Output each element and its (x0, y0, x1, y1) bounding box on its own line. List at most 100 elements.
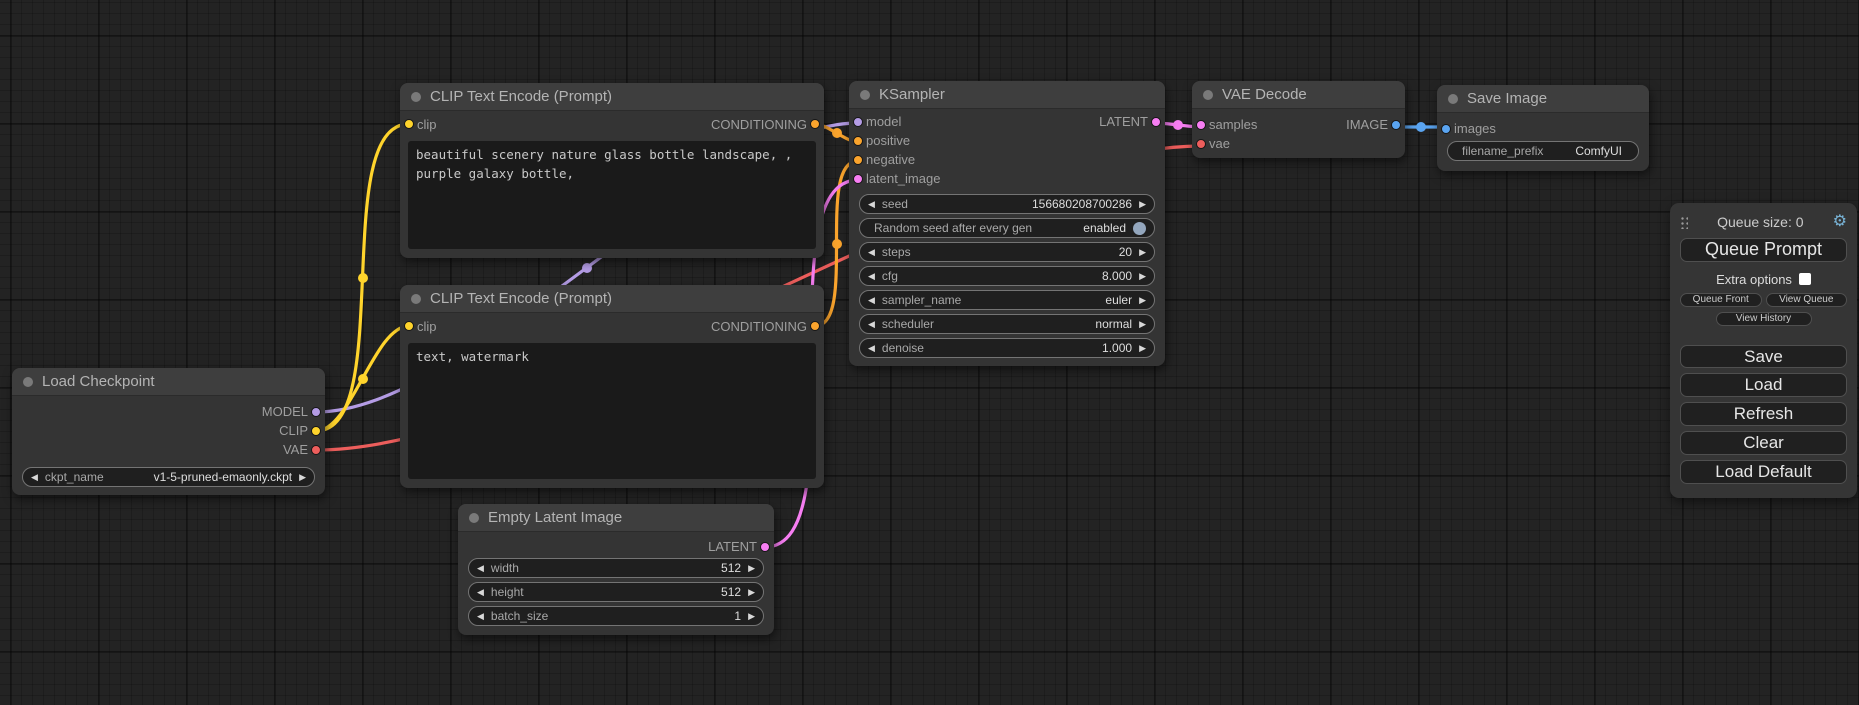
node-title-bar[interactable]: Load Checkpoint (12, 368, 325, 396)
output-port-image[interactable] (1391, 120, 1401, 130)
load-button[interactable]: Load (1680, 373, 1847, 397)
queue-front-button[interactable]: Queue Front (1680, 293, 1762, 307)
toggle-dot[interactable] (1133, 222, 1146, 235)
collapse-dot[interactable] (23, 377, 33, 387)
increment-arrow-icon[interactable]: ▶ (1139, 200, 1146, 209)
decrement-arrow-icon[interactable]: ◀ (477, 612, 484, 621)
steps-widget[interactable]: ◀ steps 20 ▶ (859, 242, 1155, 262)
negative-prompt-textarea[interactable]: text, watermark (408, 343, 816, 479)
increment-arrow-icon[interactable]: ▶ (1139, 248, 1146, 257)
output-label: CONDITIONING (711, 117, 807, 132)
node-load-checkpoint[interactable]: Load Checkpoint MODEL CLIP VAE ◀ ckpt_na… (12, 368, 325, 495)
widget-value: euler (1105, 293, 1132, 307)
extra-options-checkbox[interactable] (1799, 273, 1811, 285)
node-title: Empty Latent Image (488, 509, 622, 526)
filename-prefix-widget[interactable]: filename_prefix ComfyUI (1447, 141, 1639, 161)
node-title-bar[interactable]: KSampler (849, 81, 1165, 109)
increment-arrow-icon[interactable]: ▶ (1139, 320, 1146, 329)
seed-widget[interactable]: ◀ seed 156680208700286 ▶ (859, 194, 1155, 214)
widget-value: 512 (721, 585, 741, 599)
output-port-latent[interactable] (1151, 117, 1161, 127)
refresh-button[interactable]: Refresh (1680, 402, 1847, 426)
output-label: CONDITIONING (711, 319, 807, 334)
decrement-arrow-icon[interactable]: ◀ (868, 200, 875, 209)
node-title-bar[interactable]: Empty Latent Image (458, 504, 774, 532)
widget-label: ckpt_name (45, 470, 104, 484)
output-port-vae[interactable] (311, 445, 321, 455)
output-port-latent[interactable] (760, 542, 770, 552)
node-clip-text-encode-negative[interactable]: CLIP Text Encode (Prompt) clip CONDITION… (400, 285, 824, 488)
node-ksampler[interactable]: KSampler model LATENT positive negative … (849, 81, 1165, 366)
node-save-image[interactable]: Save Image images filename_prefix ComfyU… (1437, 85, 1649, 171)
cfg-widget[interactable]: ◀ cfg 8.000 ▶ (859, 266, 1155, 286)
increment-arrow-icon[interactable]: ▶ (1139, 344, 1146, 353)
output-port-model[interactable] (311, 407, 321, 417)
scheduler-widget[interactable]: ◀ scheduler normal ▶ (859, 314, 1155, 334)
random-seed-toggle-widget[interactable]: Random seed after every gen enabled (859, 218, 1155, 238)
input-port-positive[interactable] (853, 136, 863, 146)
widget-label: sampler_name (882, 293, 961, 307)
sampler-name-widget[interactable]: ◀ sampler_name euler ▶ (859, 290, 1155, 310)
decrement-arrow-icon[interactable]: ◀ (868, 320, 875, 329)
output-port-conditioning[interactable] (810, 119, 820, 129)
node-clip-text-encode-positive[interactable]: CLIP Text Encode (Prompt) clip CONDITION… (400, 83, 824, 258)
node-title: Load Checkpoint (42, 373, 155, 390)
input-port-vae[interactable] (1196, 139, 1206, 149)
collapse-dot[interactable] (860, 90, 870, 100)
increment-arrow-icon[interactable]: ▶ (299, 473, 306, 482)
width-widget[interactable]: ◀ width 512 ▶ (468, 558, 764, 578)
ckpt-name-widget[interactable]: ◀ ckpt_name v1-5-pruned-emaonly.ckpt ▶ (22, 467, 315, 487)
positive-prompt-textarea[interactable]: beautiful scenery nature glass bottle la… (408, 141, 816, 249)
decrement-arrow-icon[interactable]: ◀ (868, 296, 875, 305)
node-title: CLIP Text Encode (Prompt) (430, 290, 612, 307)
node-title-bar[interactable]: CLIP Text Encode (Prompt) (400, 285, 824, 313)
input-port-samples[interactable] (1196, 120, 1206, 130)
input-port-clip[interactable] (404, 321, 414, 331)
clear-button[interactable]: Clear (1680, 431, 1847, 455)
load-default-button[interactable]: Load Default (1680, 460, 1847, 484)
node-empty-latent-image[interactable]: Empty Latent Image LATENT ◀ width 512 ▶ … (458, 504, 774, 635)
input-port-negative[interactable] (853, 155, 863, 165)
decrement-arrow-icon[interactable]: ◀ (477, 588, 484, 597)
drag-handle[interactable] (1680, 215, 1688, 229)
collapse-dot[interactable] (411, 294, 421, 304)
decrement-arrow-icon[interactable]: ◀ (868, 248, 875, 257)
settings-gear-icon[interactable]: ⚙ (1833, 214, 1847, 230)
widget-label: denoise (882, 341, 924, 355)
increment-arrow-icon[interactable]: ▶ (1139, 272, 1146, 281)
save-button[interactable]: Save (1680, 345, 1847, 369)
output-port-conditioning[interactable] (810, 321, 820, 331)
collapse-dot[interactable] (1448, 94, 1458, 104)
decrement-arrow-icon[interactable]: ◀ (868, 344, 875, 353)
node-title-bar[interactable]: VAE Decode (1192, 81, 1405, 109)
decrement-arrow-icon[interactable]: ◀ (31, 473, 38, 482)
node-title-bar[interactable]: Save Image (1437, 85, 1649, 113)
queue-prompt-button[interactable]: Queue Prompt (1680, 238, 1847, 262)
increment-arrow-icon[interactable]: ▶ (1139, 296, 1146, 305)
increment-arrow-icon[interactable]: ▶ (748, 588, 755, 597)
collapse-dot[interactable] (411, 92, 421, 102)
widget-value: 512 (721, 561, 741, 575)
batch-size-widget[interactable]: ◀ batch_size 1 ▶ (468, 606, 764, 626)
node-title-bar[interactable]: CLIP Text Encode (Prompt) (400, 83, 824, 111)
widget-value: 156680208700286 (1032, 197, 1132, 211)
increment-arrow-icon[interactable]: ▶ (748, 564, 755, 573)
increment-arrow-icon[interactable]: ▶ (748, 612, 755, 621)
queue-panel: Queue size: 0 ⚙ Queue Prompt Extra optio… (1670, 203, 1857, 498)
link-midpoint-dot (1416, 122, 1426, 132)
output-port-clip[interactable] (311, 426, 321, 436)
input-port-latent-image[interactable] (853, 174, 863, 184)
denoise-widget[interactable]: ◀ denoise 1.000 ▶ (859, 338, 1155, 358)
decrement-arrow-icon[interactable]: ◀ (868, 272, 875, 281)
collapse-dot[interactable] (1203, 90, 1213, 100)
node-vae-decode[interactable]: VAE Decode samples IMAGE vae (1192, 81, 1405, 158)
collapse-dot[interactable] (469, 513, 479, 523)
input-port-images[interactable] (1441, 124, 1451, 134)
link-midpoint-dot (832, 128, 842, 138)
height-widget[interactable]: ◀ height 512 ▶ (468, 582, 764, 602)
input-port-model[interactable] (853, 117, 863, 127)
view-queue-button[interactable]: View Queue (1766, 293, 1848, 307)
view-history-button[interactable]: View History (1716, 312, 1812, 326)
input-port-clip[interactable] (404, 119, 414, 129)
decrement-arrow-icon[interactable]: ◀ (477, 564, 484, 573)
